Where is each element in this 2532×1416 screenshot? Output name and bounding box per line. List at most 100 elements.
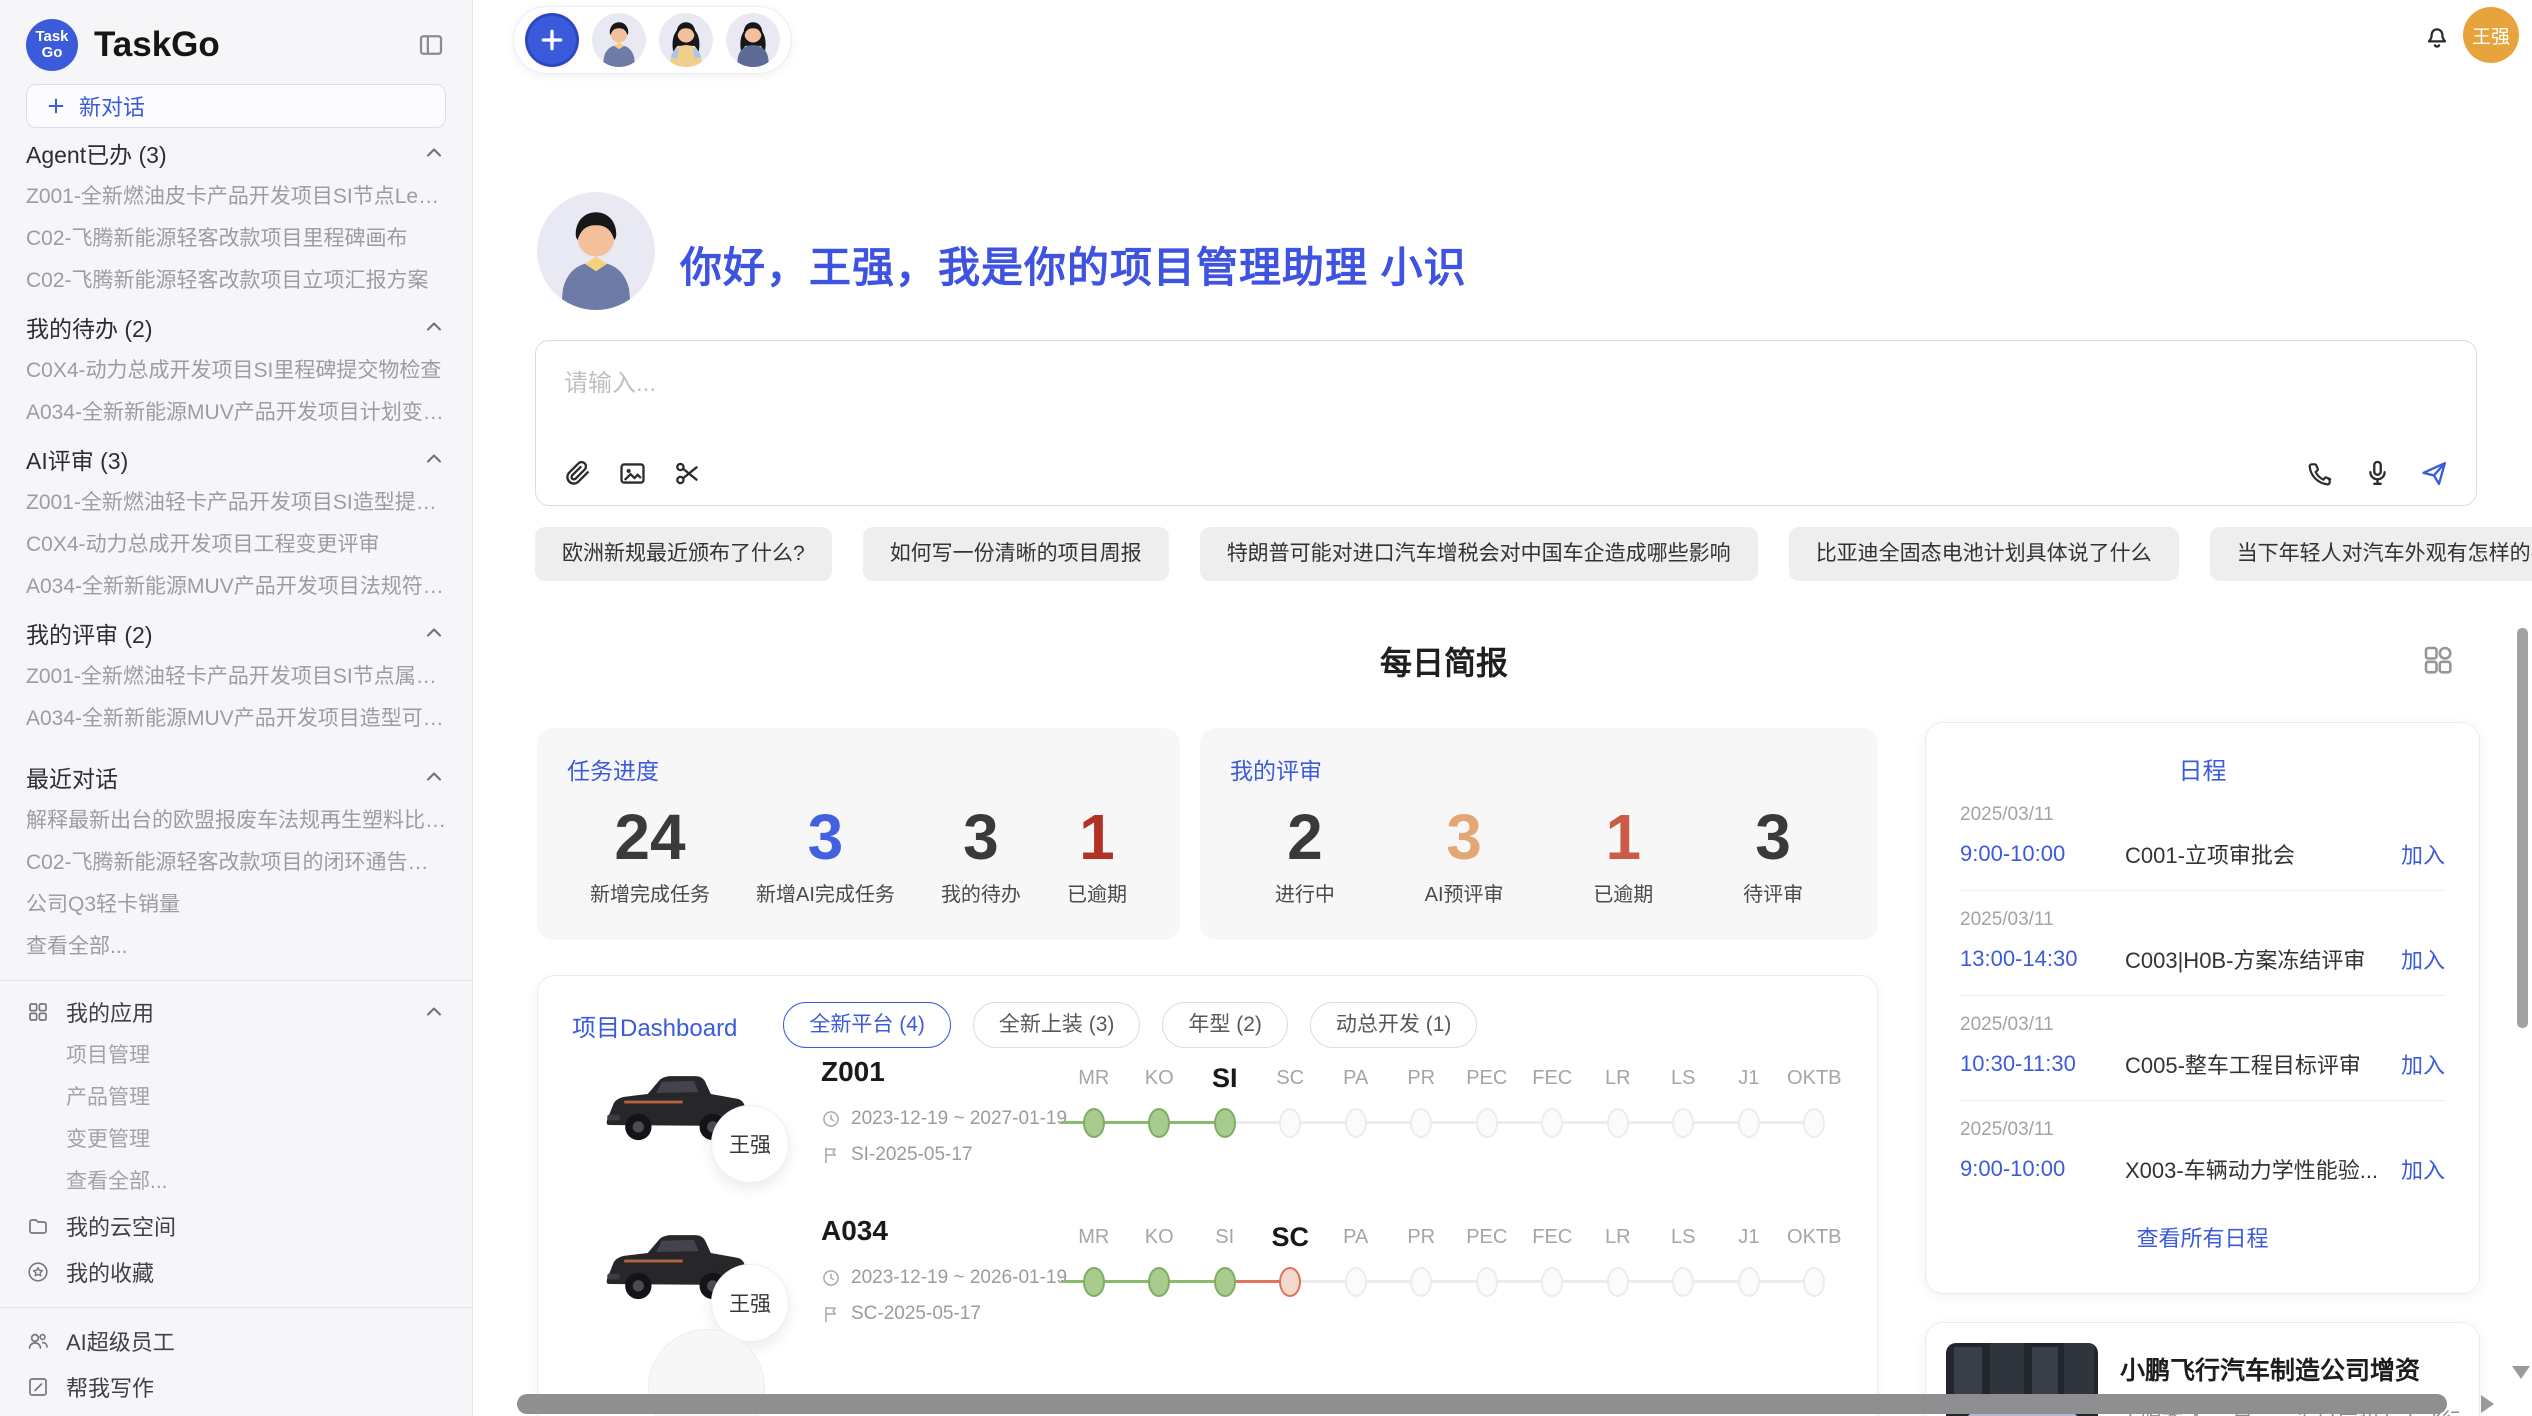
sidebar-sub-item[interactable]: 产品管理: [26, 1077, 446, 1119]
chevron-up-icon[interactable]: [422, 1000, 446, 1024]
horizontal-scrollbar[interactable]: [517, 1394, 2447, 1414]
join-link[interactable]: 加入: [2401, 1048, 2445, 1080]
sidebar-list-item[interactable]: 查看全部...: [26, 926, 446, 968]
agent-avatar[interactable]: [592, 13, 646, 67]
agent-avatar[interactable]: [726, 13, 780, 67]
milestone-dot: [1803, 1108, 1825, 1138]
sidebar-list-item[interactable]: C02-飞腾新能源轻客改款项目的闭环通告反馈情况: [26, 842, 446, 884]
suggestion-chip[interactable]: 当下年轻人对汽车外观有怎样的喜好趋势: [2210, 527, 2532, 581]
sidebar-item[interactable]: 创意制图: [26, 1410, 446, 1416]
sidebar-list-item[interactable]: Z001-全新燃油轻卡产品开发项目SI造型提交物评审: [26, 482, 446, 524]
sidebar-list-item[interactable]: C0X4-动力总成开发项目SI里程碑提交物检查: [26, 350, 446, 392]
sidebar-list-item[interactable]: C02-飞腾新能源轻客改款项目里程碑画布: [26, 218, 446, 260]
sidebar-list-item[interactable]: Z001-全新燃油轻卡产品开发项目SI节点属性5D文件评审: [26, 656, 446, 698]
phone-icon[interactable]: [2305, 458, 2336, 489]
sidebar-list-item[interactable]: C02-飞腾新能源轻客改款项目立项汇报方案: [26, 260, 446, 302]
grid-icon[interactable]: [2420, 642, 2456, 678]
suggestion-chip[interactable]: 比亚迪全固态电池计划具体说了什么: [1789, 527, 2179, 581]
apps-icon: [26, 1000, 50, 1024]
quick-access-bar: [513, 6, 792, 74]
sidebar-list-item[interactable]: A034-全新新能源MUV产品开发项目计划变更表编写: [26, 392, 446, 434]
milestone-label: LS: [1651, 1215, 1717, 1259]
send-icon[interactable]: [2419, 458, 2450, 489]
suggestion-chip[interactable]: 欧洲新规最近颁布了什么?: [535, 527, 832, 581]
sidebar-item[interactable]: 我的云空间: [26, 1203, 446, 1249]
milestone-step: SI: [1192, 1056, 1258, 1166]
divider: [0, 980, 472, 981]
sidebar-item[interactable]: AI超级员工: [26, 1318, 446, 1364]
chat-input-box[interactable]: 请输入...: [535, 340, 2477, 506]
milestone-label: FEC: [1520, 1215, 1586, 1259]
dashboard-filters: 全新平台 (4) 全新上装 (3) 年型 (2) 动总开发 (1): [783, 1002, 1477, 1048]
sidebar-list-item[interactable]: C0X4-动力总成开发项目工程变更评审: [26, 524, 446, 566]
milestone-dot: [1541, 1267, 1563, 1297]
sidebar-list-item[interactable]: A034-全新新能源MUV产品开发项目法规符合性评审: [26, 566, 446, 608]
sidebar-section-header[interactable]: 最近对话: [26, 754, 446, 800]
milestone-label: FEC: [1520, 1056, 1586, 1100]
sidebar-list-item[interactable]: 公司Q3轻卡销量: [26, 884, 446, 926]
project-code: A034: [821, 1215, 888, 1247]
milestone-label: KO: [1127, 1215, 1193, 1259]
suggestion-chip[interactable]: 特朗普可能对进口汽车增税会对中国车企造成哪些影响: [1200, 527, 1758, 581]
dashboard-filter-pill[interactable]: 全新上装 (3): [973, 1002, 1141, 1048]
milestone-label: LR: [1585, 1215, 1651, 1259]
sidebar-sub-item[interactable]: 项目管理: [26, 1035, 446, 1077]
sidebar-sub-item[interactable]: 变更管理: [26, 1119, 446, 1161]
chevron-up-icon[interactable]: [422, 447, 446, 471]
event-name: X003-车辆动力学性能验...: [2125, 1153, 2389, 1185]
sidebar-section-header[interactable]: 我的待办 (2): [26, 304, 446, 350]
milestone-dot: [1541, 1108, 1563, 1138]
paperclip-icon[interactable]: [562, 458, 593, 489]
chevron-up-icon[interactable]: [422, 315, 446, 339]
milestone-label: SC: [1258, 1056, 1324, 1100]
milestone-label: KO: [1127, 1056, 1193, 1100]
join-link[interactable]: 加入: [2401, 838, 2445, 870]
stat-item: 3待评审: [1743, 800, 1803, 907]
stat-value: 1: [1593, 800, 1653, 874]
join-link[interactable]: 加入: [2401, 1153, 2445, 1185]
sidebar-list-item[interactable]: A034-全新新能源MUV产品开发项目造型可行性评审: [26, 698, 446, 740]
chevron-up-icon[interactable]: [422, 141, 446, 165]
dashboard-filter-pill[interactable]: 年型 (2): [1162, 1002, 1288, 1048]
sidebar-list-item[interactable]: Z001-全新燃油皮卡产品开发项目SI节点Lesson Learn报告: [26, 176, 446, 218]
milestone-label: OKTB: [1782, 1056, 1848, 1100]
add-agent-button[interactable]: [525, 13, 579, 67]
scroll-right-arrow-icon[interactable]: [2481, 1395, 2494, 1413]
chevron-up-icon[interactable]: [422, 621, 446, 645]
sidebar-section-header[interactable]: 我的评审 (2): [26, 610, 446, 656]
sidebar-item[interactable]: 我的收藏: [26, 1249, 446, 1295]
join-link[interactable]: 加入: [2401, 943, 2445, 975]
stat-value: 24: [590, 800, 710, 874]
dashboard-filter-pill[interactable]: 动总开发 (1): [1310, 1002, 1478, 1048]
sidebar-item[interactable]: 帮我写作: [26, 1364, 446, 1410]
chevron-up-icon[interactable]: [422, 765, 446, 789]
milestone-dot: [1738, 1108, 1760, 1138]
event-time: 9:00-10:00: [1960, 841, 2125, 867]
sidebar-item-my-apps[interactable]: 我的应用: [26, 989, 446, 1035]
microphone-icon[interactable]: [2362, 458, 2393, 489]
scroll-down-arrow-icon[interactable]: [2512, 1366, 2530, 1379]
collapse-sidebar-icon[interactable]: [416, 30, 446, 60]
vertical-scrollbar[interactable]: [2517, 628, 2528, 1028]
project-row[interactable]: 王强Z0012023-12-19 ~ 2027-01-19SI-2025-05-…: [538, 1050, 1877, 1207]
image-icon[interactable]: [617, 458, 648, 489]
new-chat-button[interactable]: 新对话: [26, 84, 446, 128]
milestone-step: OKTB: [1782, 1056, 1848, 1166]
scissors-icon[interactable]: [672, 458, 703, 489]
milestone-step: PEC: [1454, 1056, 1520, 1166]
user-avatar[interactable]: 王强: [2463, 7, 2519, 63]
view-all-schedule-link[interactable]: 查看所有日程: [1926, 1221, 2479, 1253]
milestone-step: KO: [1127, 1056, 1193, 1166]
sidebar-list-item[interactable]: 解释最新出台的欧盟报废车法规再生塑料比例被调至15%...: [26, 800, 446, 842]
milestone-label: PA: [1323, 1056, 1389, 1100]
milestone-dot: [1803, 1267, 1825, 1297]
suggestion-chip[interactable]: 如何写一份清晰的项目周报: [863, 527, 1169, 581]
bell-icon[interactable]: [2421, 20, 2453, 52]
sidebar-sub-item[interactable]: 查看全部...: [26, 1161, 446, 1203]
sidebar-section-header[interactable]: Agent已办 (3): [26, 130, 446, 176]
dashboard-filter-pill[interactable]: 全新平台 (4): [783, 1002, 951, 1048]
milestone-step: SI: [1192, 1215, 1258, 1325]
event-time: 13:00-14:30: [1960, 946, 2125, 972]
sidebar-section-header[interactable]: AI评审 (3): [26, 436, 446, 482]
agent-avatar[interactable]: [659, 13, 713, 67]
